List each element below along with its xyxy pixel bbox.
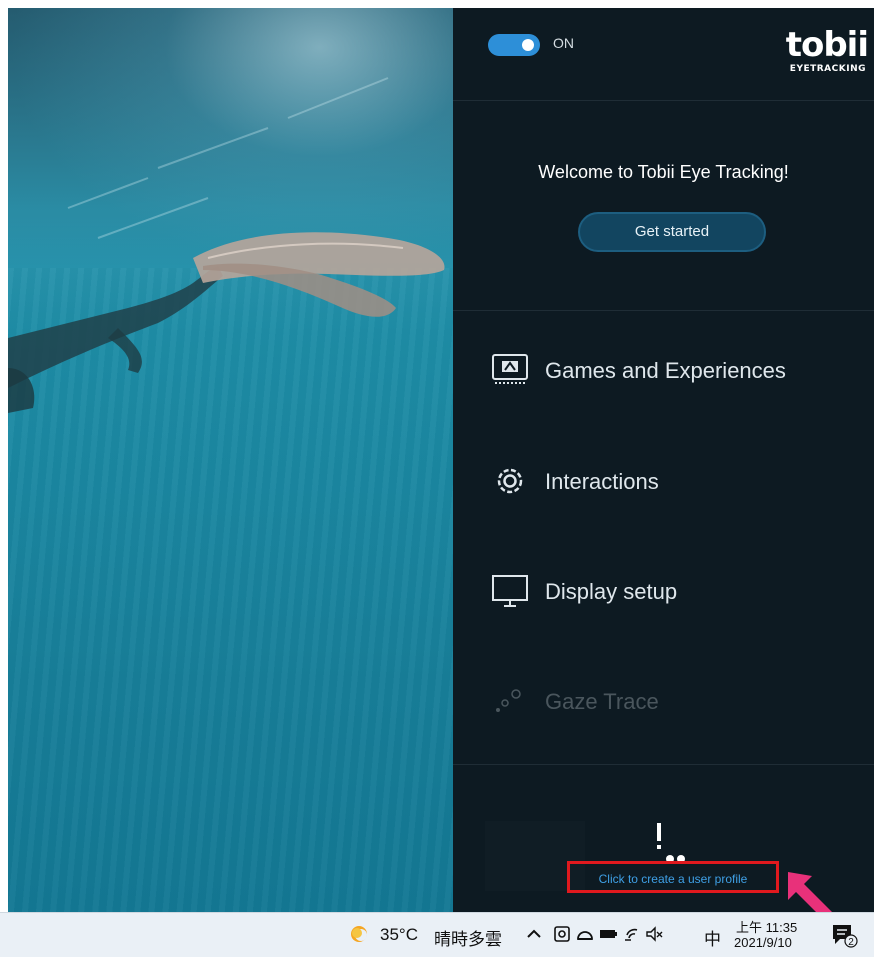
show-hidden-icons-chevron-icon[interactable] [524, 923, 544, 945]
menu-item-display-setup[interactable]: Display setup [453, 561, 874, 621]
welcome-section: Welcome to Tobii Eye Tracking! Get start… [453, 100, 874, 311]
clock-date[interactable]: 2021/9/10 [734, 935, 792, 950]
menu-item-label: Display setup [545, 579, 678, 604]
tobii-panel: ON tobii EYETRACKING Welcome to Tobii Ey… [453, 8, 874, 912]
ime-indicator[interactable]: 中 [704, 925, 721, 950]
gaze-dots-icon [496, 689, 521, 712]
logo-subtitle: EYETRACKING [789, 64, 866, 74]
weather-temperature[interactable]: 35°C [380, 925, 418, 945]
wallpaper-photo [8, 8, 453, 912]
weather-sun-cloud-icon[interactable] [348, 923, 370, 945]
cloud-icon[interactable] [575, 923, 595, 945]
menu-item-gaze-trace: Gaze Trace [453, 671, 874, 731]
tobii-tray-icon[interactable] [552, 923, 572, 945]
create-profile-highlight: Click to create a user profile [567, 861, 779, 893]
battery-icon[interactable] [598, 923, 618, 945]
clock-time[interactable]: 上午 11:35 [736, 917, 797, 936]
menu-item-games-and-experiences[interactable]: Games and Experiences [453, 340, 874, 400]
create-profile-link[interactable]: Click to create a user profile [570, 872, 776, 886]
notification-icon: 2 [833, 925, 858, 948]
eye-tracking-toggle[interactable] [488, 34, 540, 56]
welcome-message: Welcome to Tobii Eye Tracking! [538, 162, 789, 182]
swimmer-image [8, 77, 445, 413]
wifi-icon[interactable] [622, 923, 642, 945]
monitor-icon [492, 575, 528, 607]
menu-item-interactions[interactable]: Interactions [453, 451, 874, 511]
notification-count: 2 [848, 937, 854, 948]
windows-taskbar: 35°C 晴時多雲 中 上午 11:35 2021/9/10 2 [0, 912, 874, 957]
speaker-muted-icon[interactable] [644, 923, 664, 945]
menu-item-label: Interactions [545, 469, 659, 494]
toggle-state-label: ON [553, 35, 574, 51]
games-icon [492, 354, 528, 384]
get-started-button[interactable]: Get started [578, 212, 766, 252]
tobii-logo: tobii EYETRACKING [773, 25, 869, 82]
menu-item-label: Gaze Trace [545, 689, 659, 714]
menu-item-label: Games and Experiences [545, 358, 786, 383]
action-center-button[interactable]: 2 [830, 921, 858, 949]
gear-icon [497, 468, 523, 494]
app-frame: ON tobii EYETRACKING Welcome to Tobii Ey… [8, 8, 874, 912]
panel-header: ON tobii EYETRACKING [453, 8, 874, 101]
logo-wordmark: tobii [785, 25, 869, 65]
toggle-knob [522, 39, 534, 51]
weather-description[interactable]: 晴時多雲 [434, 925, 502, 950]
